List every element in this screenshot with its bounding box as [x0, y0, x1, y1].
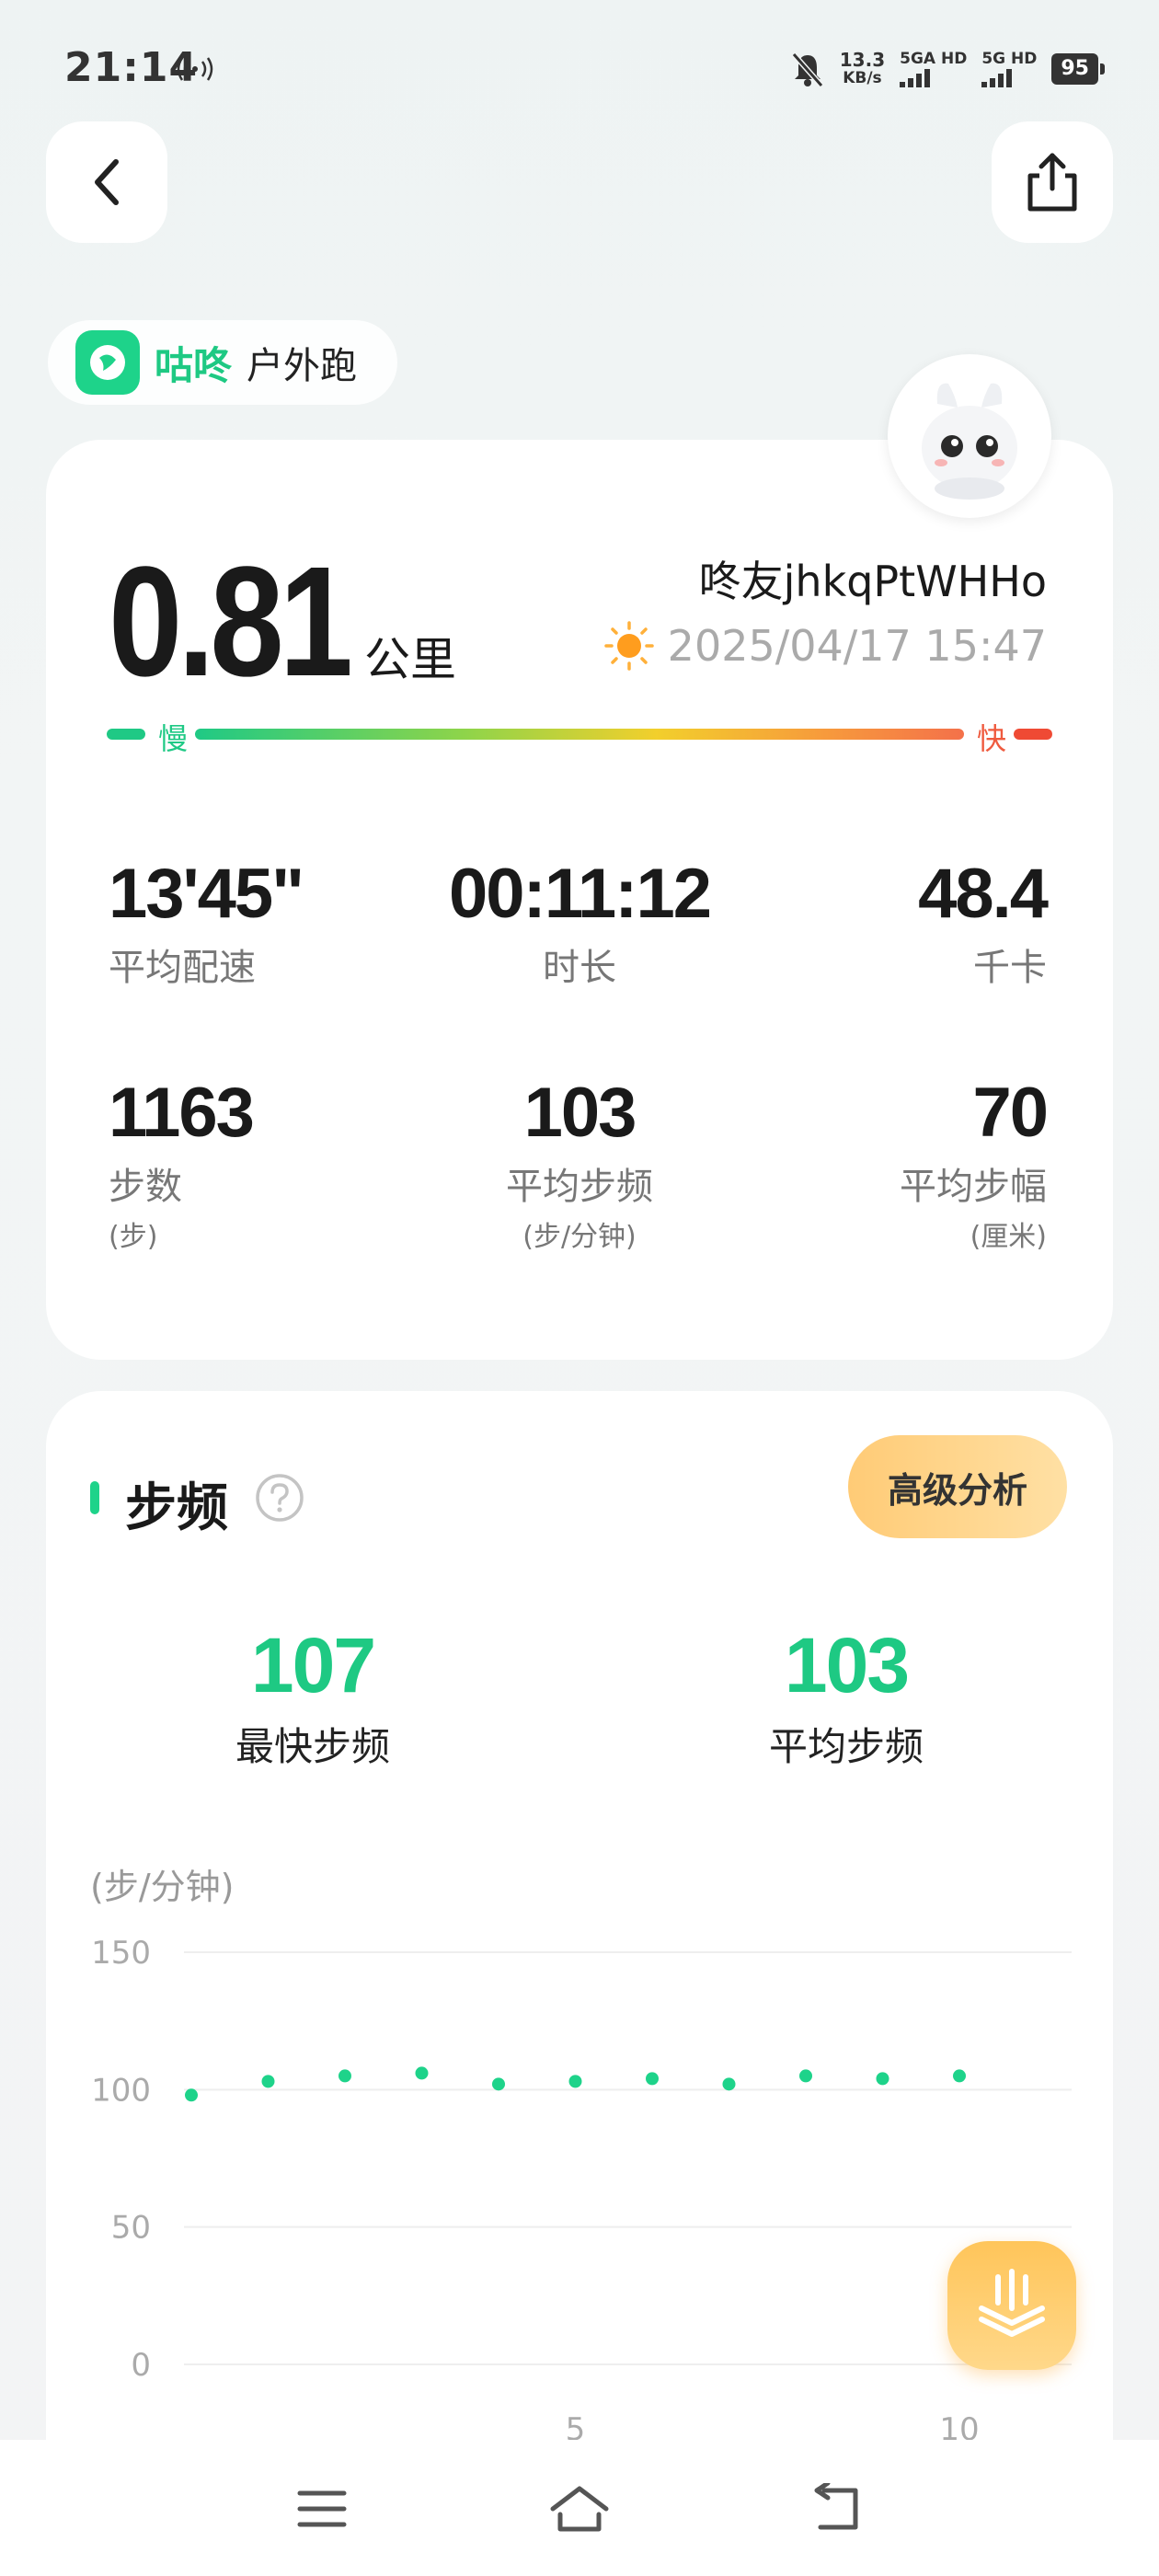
metric-value: 103 [523, 1074, 637, 1152]
layers-icon [979, 2269, 1045, 2337]
metric-value: 70 [972, 1074, 1049, 1152]
chart-x-tick-label: 5 [566, 2411, 586, 2440]
fastest-cadence-label: 最快步频 [235, 1724, 390, 1769]
chart-y-tick-label: 150 [91, 1935, 151, 1972]
advanced-analysis-button[interactable]: 高级分析 [848, 1435, 1067, 1538]
chart-x-tick-label: 10 [939, 2411, 979, 2440]
net-speed-unit: KB/s [843, 69, 882, 87]
chart-y-tick-label: 100 [91, 2072, 151, 2109]
chart-point [339, 2069, 351, 2083]
metric-label: 时长 [543, 947, 616, 989]
chart-point [876, 2072, 889, 2086]
app-name: 咕咚 [155, 342, 233, 388]
metric-avg-pace: 13'45" 平均配速 [109, 854, 304, 991]
chart-point [799, 2069, 812, 2083]
cadence-card: 步频 高级分析 107 最快步频 103 平均步频 (步/分钟) 0 50 100 1… [46, 1391, 1113, 2576]
metric-unit: (厘米) [970, 1221, 1047, 1253]
sim2-label: 5G HD [981, 50, 1038, 68]
codoon-logo-icon [75, 330, 140, 395]
distance-value: 0.81 [109, 535, 353, 709]
workout-datetime: 2025/04/17 15:47 [667, 621, 1047, 671]
chart-point [415, 2066, 429, 2080]
chart-point [722, 2077, 736, 2091]
sport-type: 户外跑 [247, 345, 358, 387]
source-tag: 咕咚 户外跑 [48, 320, 397, 405]
metric-label: 平均配速 [109, 947, 256, 989]
home-icon [550, 2486, 609, 2532]
pace-gradient-bar [195, 729, 964, 740]
pace-scale-slow-segment [107, 729, 145, 740]
status-bar: 21:14 13.3 KB/s 5GA HD 5G HD 95 [0, 0, 1159, 138]
average-cadence-value: 103 [784, 1622, 910, 1708]
metric-avg-cadence: 103 平均步频 (步/分钟) [396, 1073, 763, 1254]
chart-point [646, 2072, 659, 2086]
cadence-title: 步频 [125, 1478, 228, 1538]
metric-label: 步数 [109, 1166, 182, 1208]
chart-point [261, 2075, 275, 2088]
user-name: 咚友jhkqPtWHHo [698, 557, 1047, 606]
pace-slow-label: 慢 [158, 721, 189, 756]
share-button[interactable] [992, 121, 1113, 243]
metric-value: 13'45" [109, 855, 304, 933]
help-icon[interactable] [254, 1472, 305, 1524]
net-speed-value: 13.3 [839, 49, 886, 71]
metric-value: 48.4 [918, 855, 1049, 933]
chart-point [185, 2088, 198, 2102]
battery-indicator: 95 [1051, 53, 1105, 85]
metric-label: 平均步幅 [900, 1166, 1047, 1208]
chart-point [568, 2075, 582, 2088]
sun-icon [603, 621, 654, 671]
pace-fast-label: 快 [977, 721, 1007, 756]
mute-bell-icon [791, 52, 824, 87]
cadence-chart: 0 50 100 150 5 10 [91, 1935, 1072, 2440]
distance-unit: 公里 [364, 633, 456, 686]
metric-avg-stride: 70 平均步幅 (厘米) [900, 1073, 1049, 1254]
pace-scale: 慢 快 [107, 716, 1052, 756]
nav-back-button[interactable] [800, 2477, 874, 2541]
chevron-left-icon [95, 159, 119, 205]
signal-bars-icon [900, 67, 931, 87]
nav-menu-button[interactable] [285, 2477, 359, 2541]
summary-card: 0.81 公里 咚友jhkqPtWHHo 2025/04/17 15:47 慢 … [46, 440, 1113, 1360]
fastest-cadence: 107 最快步频 [129, 1621, 497, 1772]
signal-bars-icon [981, 67, 1013, 87]
chart-point [492, 2077, 505, 2091]
net-speed: 13.3 KB/s [840, 51, 885, 87]
average-cadence: 103 平均步频 [662, 1621, 1030, 1772]
sim1-label: 5GA HD [900, 50, 968, 68]
mascot-avatar-icon [922, 383, 1017, 500]
average-cadence-label: 平均步频 [768, 1724, 924, 1769]
metric-calories: 48.4 千卡 [918, 854, 1049, 991]
system-nav-bar [0, 2440, 1159, 2576]
chart-point [953, 2069, 966, 2083]
floating-action-button[interactable] [947, 2241, 1076, 2370]
avatar[interactable] [888, 354, 1051, 518]
metric-label: 千卡 [973, 947, 1047, 989]
hotspot-icon [177, 57, 213, 81]
pace-scale-fast-segment [1014, 729, 1052, 740]
distance: 0.81 公里 [109, 532, 456, 712]
metric-duration: 00:11:12 时长 [396, 854, 763, 991]
menu-icon [297, 2490, 347, 2527]
metric-unit: (步) [109, 1221, 158, 1253]
signal-sim2: 5G HD [981, 51, 1037, 87]
metric-steps: 1163 步数 (步) [109, 1073, 255, 1254]
date-row: 2025/04/17 15:47 [603, 620, 1047, 672]
metric-unit: (步/分钟) [522, 1221, 637, 1253]
signal-sim1: 5GA HD [900, 51, 967, 87]
share-icon [1027, 153, 1077, 212]
chart-y-unit: (步/分钟) [90, 1867, 235, 1907]
chart-y-tick-label: 0 [131, 2347, 151, 2384]
metric-value: 00:11:12 [448, 855, 712, 933]
metric-label: 平均步频 [506, 1166, 653, 1208]
section-accent-bar [90, 1481, 99, 1514]
nav-home-button[interactable] [543, 2477, 616, 2541]
back-arrow-icon [814, 2483, 858, 2530]
metric-value: 1163 [109, 1074, 255, 1152]
chart-y-tick-label: 50 [111, 2210, 151, 2247]
fastest-cadence-value: 107 [250, 1622, 376, 1708]
back-button[interactable] [46, 121, 167, 243]
